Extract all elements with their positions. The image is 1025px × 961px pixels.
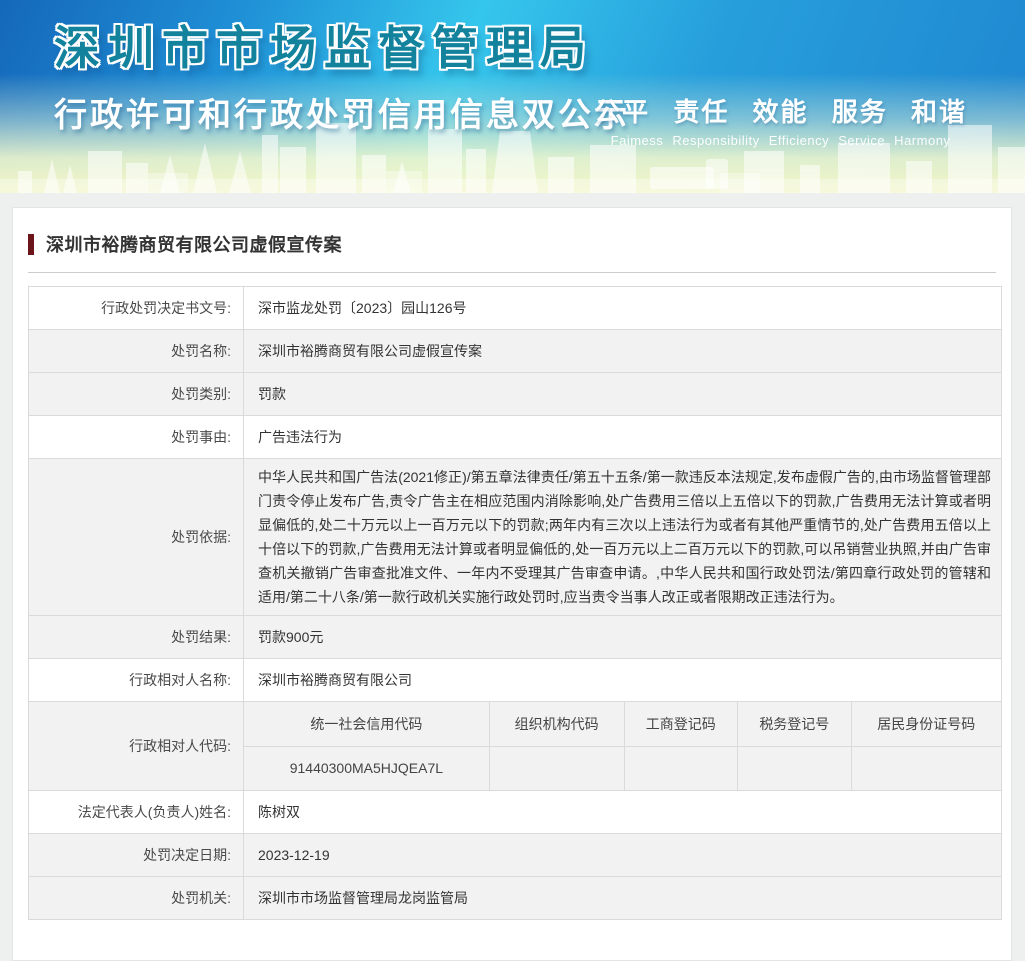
row-value: 2023-12-19: [244, 834, 1002, 877]
table-row: 处罚依据: 中华人民共和国广告法(2021修正)/第五章法律责任/第五十五条/第…: [29, 459, 1002, 616]
code-header-row: 统一社会信用代码 组织机构代码 工商登记码 税务登记号 居民身份证号码: [244, 702, 1001, 746]
row-label: 处罚依据:: [29, 459, 244, 616]
code-col-header: 税务登记号: [738, 702, 852, 746]
article-header: 深圳市裕腾商贸有限公司虚假宣传案: [28, 231, 996, 257]
row-value: 深圳市市场监督管理局龙岗监管局: [244, 877, 1002, 920]
table-row: 行政相对人名称: 深圳市裕腾商贸有限公司: [29, 659, 1002, 702]
row-label: 处罚类别:: [29, 373, 244, 416]
penalty-info-table: 行政处罚决定书文号: 深市监龙处罚〔2023〕园山126号 处罚名称: 深圳市裕…: [28, 286, 1002, 920]
row-label: 处罚名称:: [29, 330, 244, 373]
code-col-header: 统一社会信用代码: [244, 702, 489, 746]
row-value: 深圳市裕腾商贸有限公司: [244, 659, 1002, 702]
row-label: 行政相对人名称:: [29, 659, 244, 702]
code-table: 统一社会信用代码 组织机构代码 工商登记码 税务登记号 居民身份证号码 9144…: [244, 702, 1001, 790]
table-row-code: 行政相对人代码: 统一社会信用代码 组织机构代码 工商登记码 税务登记号 居民身…: [29, 702, 1002, 791]
table-row: 处罚类别: 罚款: [29, 373, 1002, 416]
banner-slogan: 公平 责任 效能 服务 和谐 Faimess Responsibility Ef…: [594, 92, 967, 148]
row-label: 处罚决定日期:: [29, 834, 244, 877]
row-value: 广告违法行为: [244, 416, 1002, 459]
code-value: [624, 746, 738, 790]
row-label: 行政相对人代码:: [29, 702, 244, 791]
header-banner: 深圳市市场监督管理局 行政许可和行政处罚信用信息双公示 公平 责任 效能 服务 …: [0, 0, 1025, 193]
code-col-header: 组织机构代码: [489, 702, 624, 746]
row-label: 行政处罚决定书文号:: [29, 287, 244, 330]
code-col-header: 工商登记码: [624, 702, 738, 746]
article-title: 深圳市裕腾商贸有限公司虚假宣传案: [46, 231, 342, 257]
code-value: [851, 746, 1001, 790]
row-label: 处罚结果:: [29, 616, 244, 659]
row-label: 处罚事由:: [29, 416, 244, 459]
code-value: [738, 746, 852, 790]
table-row: 行政处罚决定书文号: 深市监龙处罚〔2023〕园山126号: [29, 287, 1002, 330]
table-row: 法定代表人(负责人)姓名: 陈树双: [29, 791, 1002, 834]
table-row: 处罚决定日期: 2023-12-19: [29, 834, 1002, 877]
code-value: 91440300MA5HJQEA7L: [244, 746, 489, 790]
divider: [28, 272, 996, 273]
row-value: 中华人民共和国广告法(2021修正)/第五章法律责任/第五十五条/第一款违反本法…: [244, 459, 1002, 616]
row-label: 处罚机关:: [29, 877, 244, 920]
code-value: [489, 746, 624, 790]
content-panel: 深圳市裕腾商贸有限公司虚假宣传案 行政处罚决定书文号: 深市监龙处罚〔2023〕…: [12, 207, 1012, 961]
row-label: 法定代表人(负责人)姓名:: [29, 791, 244, 834]
row-value: 深市监龙处罚〔2023〕园山126号: [244, 287, 1002, 330]
row-value: 罚款900元: [244, 616, 1002, 659]
slogan-chinese: 公平 责任 效能 服务 和谐: [594, 92, 967, 129]
slogan-english: Faimess Responsibility Efficiency Servic…: [594, 133, 967, 148]
code-col-header: 居民身份证号码: [851, 702, 1001, 746]
table-row: 处罚结果: 罚款900元: [29, 616, 1002, 659]
table-row: 处罚事由: 广告违法行为: [29, 416, 1002, 459]
red-accent-bar: [28, 234, 34, 255]
banner-subtitle: 行政许可和行政处罚信用信息双公示: [54, 88, 630, 136]
code-table-cell: 统一社会信用代码 组织机构代码 工商登记码 税务登记号 居民身份证号码 9144…: [244, 702, 1002, 791]
row-value: 罚款: [244, 373, 1002, 416]
table-row: 处罚名称: 深圳市裕腾商贸有限公司虚假宣传案: [29, 330, 1002, 373]
table-row: 处罚机关: 深圳市市场监督管理局龙岗监管局: [29, 877, 1002, 920]
row-value: 陈树双: [244, 791, 1002, 834]
row-value: 深圳市裕腾商贸有限公司虚假宣传案: [244, 330, 1002, 373]
org-title: 深圳市市场监督管理局: [54, 12, 594, 78]
code-value-row: 91440300MA5HJQEA7L: [244, 746, 1001, 790]
